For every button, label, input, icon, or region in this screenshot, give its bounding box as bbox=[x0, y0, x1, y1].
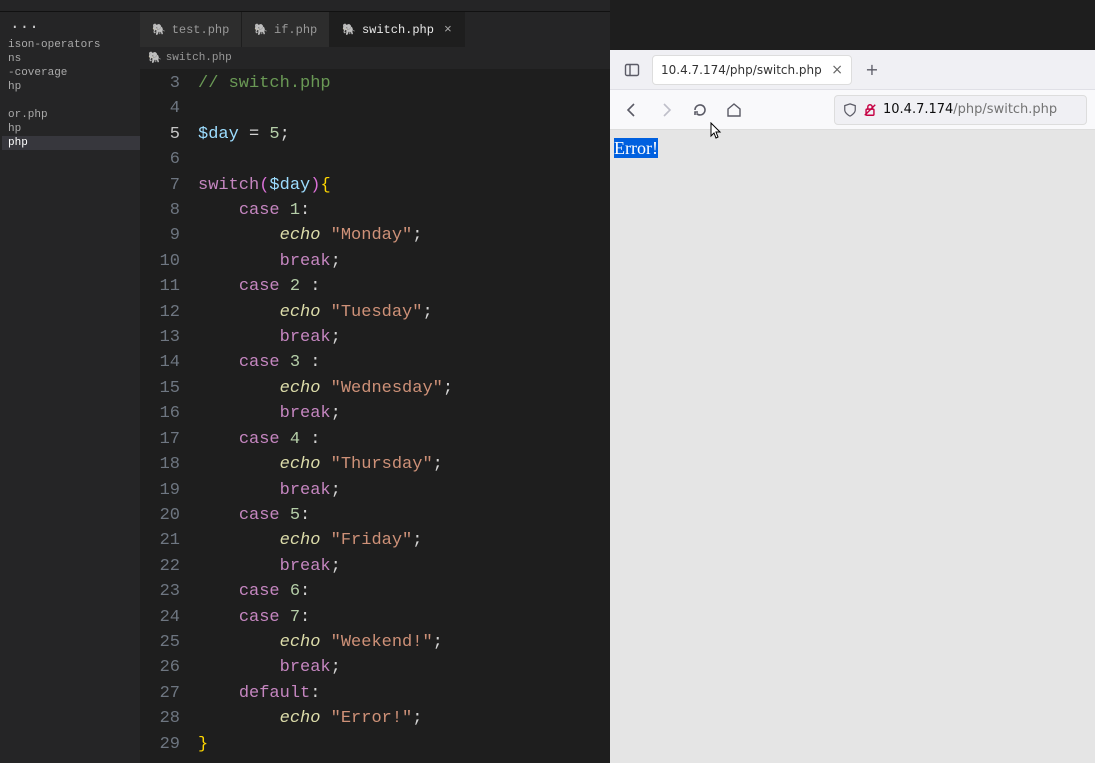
code-text[interactable]: // switch.php $day = 5; switch($day){ ca… bbox=[198, 71, 610, 763]
code-editor[interactable]: 3456789101112131415161718192021222324252… bbox=[140, 69, 610, 763]
page-output-text: Error! bbox=[614, 138, 658, 158]
line-number: 6 bbox=[140, 147, 180, 172]
line-number: 13 bbox=[140, 325, 180, 350]
editor-tab[interactable]: 🐘 if.php bbox=[242, 12, 330, 47]
browser-toolbar: 10.4.7.174/php/switch.php bbox=[610, 90, 1095, 130]
file-tree-item[interactable] bbox=[2, 150, 140, 164]
line-number: 26 bbox=[140, 655, 180, 680]
file-tree-item[interactable]: php bbox=[2, 136, 140, 150]
line-number: 15 bbox=[140, 376, 180, 401]
browser-tab-strip: 10.4.7.174/php/switch.php × + bbox=[610, 50, 1095, 90]
line-number: 9 bbox=[140, 223, 180, 248]
line-number: 23 bbox=[140, 579, 180, 604]
new-tab-button[interactable]: + bbox=[860, 58, 884, 82]
file-tree: ison-operatorsns-coveragehp or.phphpphp bbox=[0, 38, 140, 164]
url-bar[interactable]: 10.4.7.174/php/switch.php bbox=[834, 95, 1087, 125]
file-tree-item[interactable]: ns bbox=[2, 52, 140, 66]
browser-viewport[interactable]: Error! bbox=[610, 130, 1095, 763]
editor-tab-label: if.php bbox=[274, 23, 317, 37]
tracking-shield-icon[interactable] bbox=[843, 103, 857, 117]
code-area: 🐘 test.php 🐘 if.php 🐘 switch.php × 🐘 switch.ph… bbox=[140, 12, 610, 763]
line-number: 21 bbox=[140, 528, 180, 553]
editor-tab[interactable]: 🐘 switch.php × bbox=[330, 12, 465, 47]
line-number: 29 bbox=[140, 732, 180, 757]
line-number: 3 bbox=[140, 71, 180, 96]
browser-spacer bbox=[610, 0, 1095, 50]
line-number-gutter: 3456789101112131415161718192021222324252… bbox=[140, 71, 198, 763]
breadcrumb[interactable]: 🐘 switch.php bbox=[148, 51, 232, 65]
sidebar-toggle-icon[interactable] bbox=[620, 58, 644, 82]
editor-tabs: 🐘 test.php 🐘 if.php 🐘 switch.php × bbox=[140, 12, 610, 47]
line-number: 24 bbox=[140, 605, 180, 630]
line-number: 22 bbox=[140, 554, 180, 579]
line-number: 4 bbox=[140, 96, 180, 121]
file-tree-item[interactable]: -coverage bbox=[2, 66, 140, 80]
reload-button[interactable] bbox=[686, 96, 714, 124]
line-number: 16 bbox=[140, 401, 180, 426]
file-tree-item[interactable] bbox=[2, 94, 140, 108]
close-tab-icon[interactable]: × bbox=[444, 22, 452, 37]
file-tree-item[interactable]: ison-operators bbox=[2, 38, 140, 52]
line-number: 27 bbox=[140, 681, 180, 706]
back-button[interactable] bbox=[618, 96, 646, 124]
line-number: 17 bbox=[140, 427, 180, 452]
browser-tab[interactable]: 10.4.7.174/php/switch.php × bbox=[652, 55, 852, 85]
line-number: 19 bbox=[140, 478, 180, 503]
php-icon: 🐘 bbox=[342, 23, 356, 37]
file-explorer-sidebar[interactable]: ··· ison-operatorsns-coveragehp or.phphp… bbox=[0, 12, 140, 763]
browser-tab-label: 10.4.7.174/php/switch.php bbox=[661, 63, 822, 77]
browser-window: 10.4.7.174/php/switch.php × + bbox=[610, 0, 1095, 763]
line-number: 28 bbox=[140, 706, 180, 731]
breadcrumb-bar: 🐘 switch.php bbox=[140, 47, 610, 69]
line-number: 25 bbox=[140, 630, 180, 655]
home-button[interactable] bbox=[720, 96, 748, 124]
menu-bar bbox=[0, 0, 610, 12]
insecure-lock-icon[interactable] bbox=[863, 103, 877, 117]
php-icon: 🐘 bbox=[148, 51, 162, 65]
php-icon: 🐘 bbox=[152, 23, 166, 37]
line-number: 14 bbox=[140, 350, 180, 375]
file-tree-item[interactable]: hp bbox=[2, 80, 140, 94]
editor-tab[interactable]: 🐘 test.php bbox=[140, 12, 242, 47]
url-text: 10.4.7.174/php/switch.php bbox=[883, 102, 1057, 117]
close-tab-icon[interactable]: × bbox=[831, 62, 843, 78]
editor-tab-label: test.php bbox=[172, 23, 230, 37]
breadcrumb-label: switch.php bbox=[166, 52, 232, 64]
sidebar-overflow-icon[interactable]: ··· bbox=[0, 16, 140, 38]
line-number: 11 bbox=[140, 274, 180, 299]
editor-pane: ··· ison-operatorsns-coveragehp or.phphp… bbox=[0, 0, 610, 763]
file-tree-item[interactable]: or.php bbox=[2, 108, 140, 122]
forward-button[interactable] bbox=[652, 96, 680, 124]
line-number: 20 bbox=[140, 503, 180, 528]
file-tree-item[interactable]: hp bbox=[2, 122, 140, 136]
line-number: 10 bbox=[140, 249, 180, 274]
line-number: 5 bbox=[140, 122, 180, 147]
editor-tab-label: switch.php bbox=[362, 23, 434, 37]
line-number: 12 bbox=[140, 300, 180, 325]
line-number: 18 bbox=[140, 452, 180, 477]
line-number: 7 bbox=[140, 173, 180, 198]
php-icon: 🐘 bbox=[254, 23, 268, 37]
line-number: 8 bbox=[140, 198, 180, 223]
